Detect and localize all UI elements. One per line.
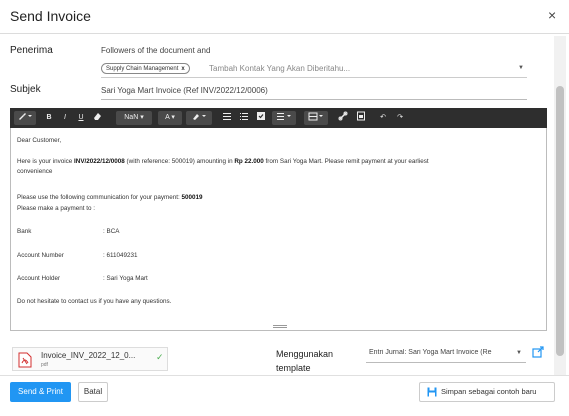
body-line-1: Here is your invoice INV/2022/12/0008 (w… [17, 158, 429, 165]
save-template-label: Simpan sebagai contoh baru [441, 387, 537, 396]
redo-icon[interactable]: ↷ [393, 111, 407, 125]
editor-resize-handle[interactable] [273, 325, 287, 328]
body-closing: Do not hesitate to contact us if you hav… [17, 298, 172, 305]
account-holder-label: Account Holder [17, 275, 61, 282]
save-icon [427, 387, 437, 397]
recipients-dropdown-icon[interactable]: ▼ [518, 65, 524, 71]
highlight-icon[interactable] [186, 111, 212, 125]
image-icon[interactable] [354, 111, 368, 125]
account-holder-value: : Sari Yoga Mart [103, 275, 148, 282]
pdf-file-icon [18, 352, 32, 368]
subject-input[interactable]: Sari Yoga Mart Invoice (Ref INV/2022/12/… [101, 86, 268, 95]
editor-toolbar: B I U NaN ▾ A ▾ ↶ ↷ [10, 108, 547, 128]
template-dropdown-icon[interactable]: ▼ [516, 350, 522, 356]
body-line-2: convenience [17, 168, 53, 175]
invoice-ref: INV/2022/12/0008 [74, 158, 125, 165]
template-underline [366, 362, 526, 363]
body-greeting: Dear Customer, [17, 137, 62, 144]
bold-icon[interactable]: B [42, 111, 56, 125]
undo-icon[interactable]: ↶ [376, 111, 390, 125]
email-body-editor[interactable]: Dear Customer, Here is your invoice INV/… [10, 128, 547, 331]
table-icon[interactable] [304, 111, 328, 125]
send-invoice-dialog: Send Invoice × Penerima Followers of the… [0, 0, 569, 416]
save-template-button[interactable]: Simpan sebagai contoh baru [419, 382, 555, 402]
template-select[interactable]: Entri Jurnal: Sari Yoga Mart Invoice (Re [369, 349, 519, 356]
checklist-icon[interactable] [254, 111, 268, 125]
body-text: from Sari Yoga Mart. Please remit paymen… [263, 158, 429, 165]
subject-underline [101, 99, 527, 100]
send-print-button[interactable]: Send & Print [10, 382, 71, 402]
recipient-tag[interactable]: Supply Chain Management x [101, 63, 190, 74]
subject-label: Subjek [10, 84, 41, 95]
attachment-extension: pdf [41, 362, 48, 368]
font-size-select[interactable]: NaN ▾ [116, 111, 152, 125]
attachment-item[interactable]: Invoice_INV_2022_12_0... pdf ✓ [12, 347, 168, 371]
dialog-footer: Send & Print Batal Simpan sebagai contoh… [0, 375, 569, 416]
dialog-title: Send Invoice [10, 8, 91, 24]
text-color-icon[interactable]: A ▾ [158, 111, 182, 125]
payment-reference: 500019 [181, 194, 203, 201]
body-text: Please use the following communication f… [17, 194, 182, 201]
paragraph-icon[interactable] [272, 111, 296, 125]
dialog-scrollbar[interactable] [554, 36, 566, 376]
underline-icon[interactable]: U [74, 111, 88, 125]
unordered-list-icon[interactable] [220, 111, 234, 125]
link-icon[interactable] [336, 111, 350, 125]
recipients-input[interactable]: Tambah Kontak Yang Akan Diberitahu... [209, 64, 350, 73]
tag-remove-icon[interactable]: x [181, 66, 184, 72]
bank-label: Bank [17, 228, 32, 235]
body-communication: Please use the following communication f… [17, 194, 203, 201]
body-text: Here is your invoice [17, 158, 75, 165]
eraser-icon[interactable] [90, 111, 104, 125]
font-size-value: NaN [124, 114, 139, 121]
body-text: (with reference: 500019) amounting in [124, 158, 235, 165]
account-number-value: : 611049231 [103, 252, 138, 259]
dialog-header: Send Invoice × [0, 0, 569, 34]
invoice-amount: Rp 22.000 [234, 158, 264, 165]
body-pay-to: Please make a payment to : [17, 205, 96, 212]
recipients-label: Penerima [10, 45, 53, 56]
bank-value: : BCA [103, 228, 120, 235]
template-label: Menggunakan template [276, 349, 334, 373]
check-icon: ✓ [156, 352, 164, 362]
recipients-underline [101, 77, 527, 78]
attachment-filename: Invoice_INV_2022_12_0... [41, 351, 136, 360]
scrollbar-thumb[interactable] [556, 86, 564, 356]
pen-icon[interactable] [14, 111, 36, 125]
ordered-list-icon[interactable] [237, 111, 251, 125]
recipients-text: Followers of the document and [101, 46, 211, 55]
close-icon[interactable]: × [548, 7, 556, 23]
italic-icon[interactable]: I [58, 111, 72, 125]
cancel-button[interactable]: Batal [78, 382, 108, 402]
account-number-label: Account Number [17, 252, 64, 259]
font-color-letter: A [165, 114, 170, 121]
external-link-icon[interactable] [532, 346, 544, 358]
recipient-tag-label: Supply Chain Management [106, 66, 179, 72]
